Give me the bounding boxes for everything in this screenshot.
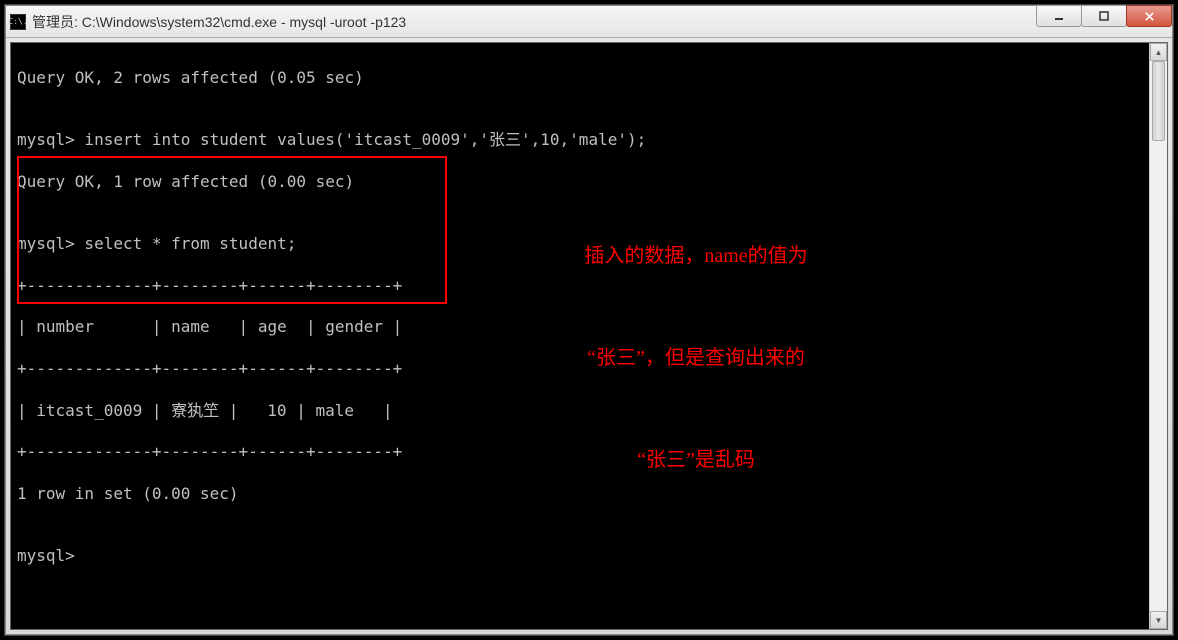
terminal-area[interactable]: Query OK, 2 rows affected (0.05 sec) mys… [10, 42, 1168, 630]
terminal-line: mysql> [17, 546, 1161, 567]
close-icon [1144, 11, 1155, 22]
terminal-line: mysql> insert into student values('itcas… [17, 130, 1161, 151]
close-button[interactable] [1126, 5, 1172, 27]
terminal-line: +-------------+--------+------+--------+ [17, 359, 1161, 380]
window-title: 管理员: C:\Windows\system32\cmd.exe - mysql… [32, 12, 1168, 32]
terminal-content: Query OK, 2 rows affected (0.05 sec) mys… [11, 43, 1167, 630]
terminal-line: +-------------+--------+------+--------+ [17, 442, 1161, 463]
terminal-line: | itcast_0009 | 寮犱笁 | 10 | male | [17, 401, 1161, 422]
terminal-line: | number | name | age | gender | [17, 317, 1161, 338]
scrollbar-thumb[interactable] [1152, 61, 1165, 141]
titlebar[interactable]: C:\. 管理员: C:\Windows\system32\cmd.exe - … [6, 6, 1172, 38]
window-controls [1037, 5, 1172, 27]
cmd-icon-text: C:\. [8, 17, 27, 26]
window-outer-border: C:\. 管理员: C:\Windows\system32\cmd.exe - … [4, 4, 1174, 636]
maximize-icon [1098, 10, 1110, 22]
scroll-up-button[interactable]: ▲ [1150, 43, 1167, 61]
terminal-line: 1 row in set (0.00 sec) [17, 484, 1161, 505]
terminal-line: Query OK, 1 row affected (0.00 sec) [17, 172, 1161, 193]
terminal-line: +-------------+--------+------+--------+ [17, 276, 1161, 297]
terminal-line: Query OK, 2 rows affected (0.05 sec) [17, 68, 1161, 89]
minimize-button[interactable] [1036, 5, 1082, 27]
minimize-icon [1053, 10, 1065, 22]
vertical-scrollbar[interactable]: ▲ ▼ [1149, 43, 1167, 629]
terminal-line: mysql> select * from student; [17, 234, 1161, 255]
window-frame: C:\. 管理员: C:\Windows\system32\cmd.exe - … [5, 5, 1173, 635]
scroll-down-button[interactable]: ▼ [1150, 611, 1167, 629]
cmd-icon: C:\. [10, 14, 26, 30]
maximize-button[interactable] [1081, 5, 1127, 27]
